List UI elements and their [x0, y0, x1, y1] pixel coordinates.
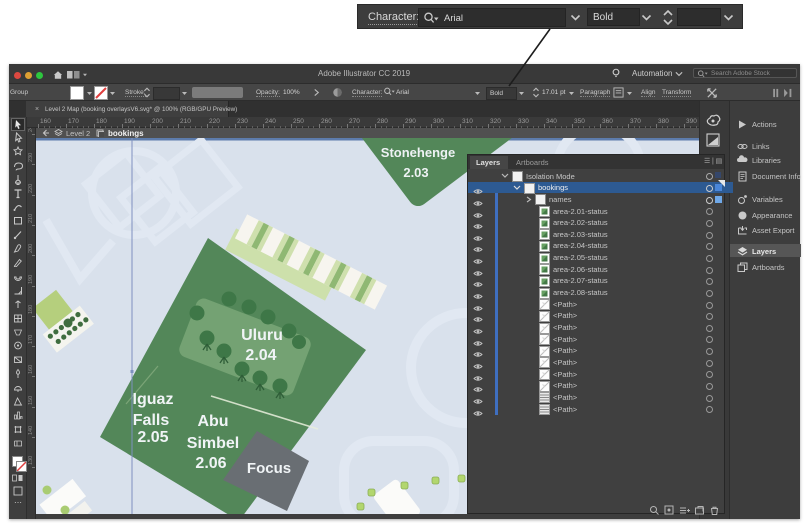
svg-text:Stonehenge: Stonehenge	[381, 145, 455, 160]
svg-text:Simbel: Simbel	[187, 435, 239, 452]
svg-text:Uluru: Uluru	[241, 327, 283, 344]
svg-text:Falls: Falls	[133, 412, 170, 429]
svg-text:Abu: Abu	[197, 413, 228, 430]
svg-text:2.03: 2.03	[403, 165, 428, 180]
svg-text:Focus: Focus	[247, 460, 291, 477]
svg-text:Iguaz: Iguaz	[133, 391, 174, 408]
svg-text:2.04: 2.04	[245, 347, 276, 364]
svg-text:2.05: 2.05	[137, 429, 168, 446]
svg-text:2.06: 2.06	[195, 455, 226, 472]
